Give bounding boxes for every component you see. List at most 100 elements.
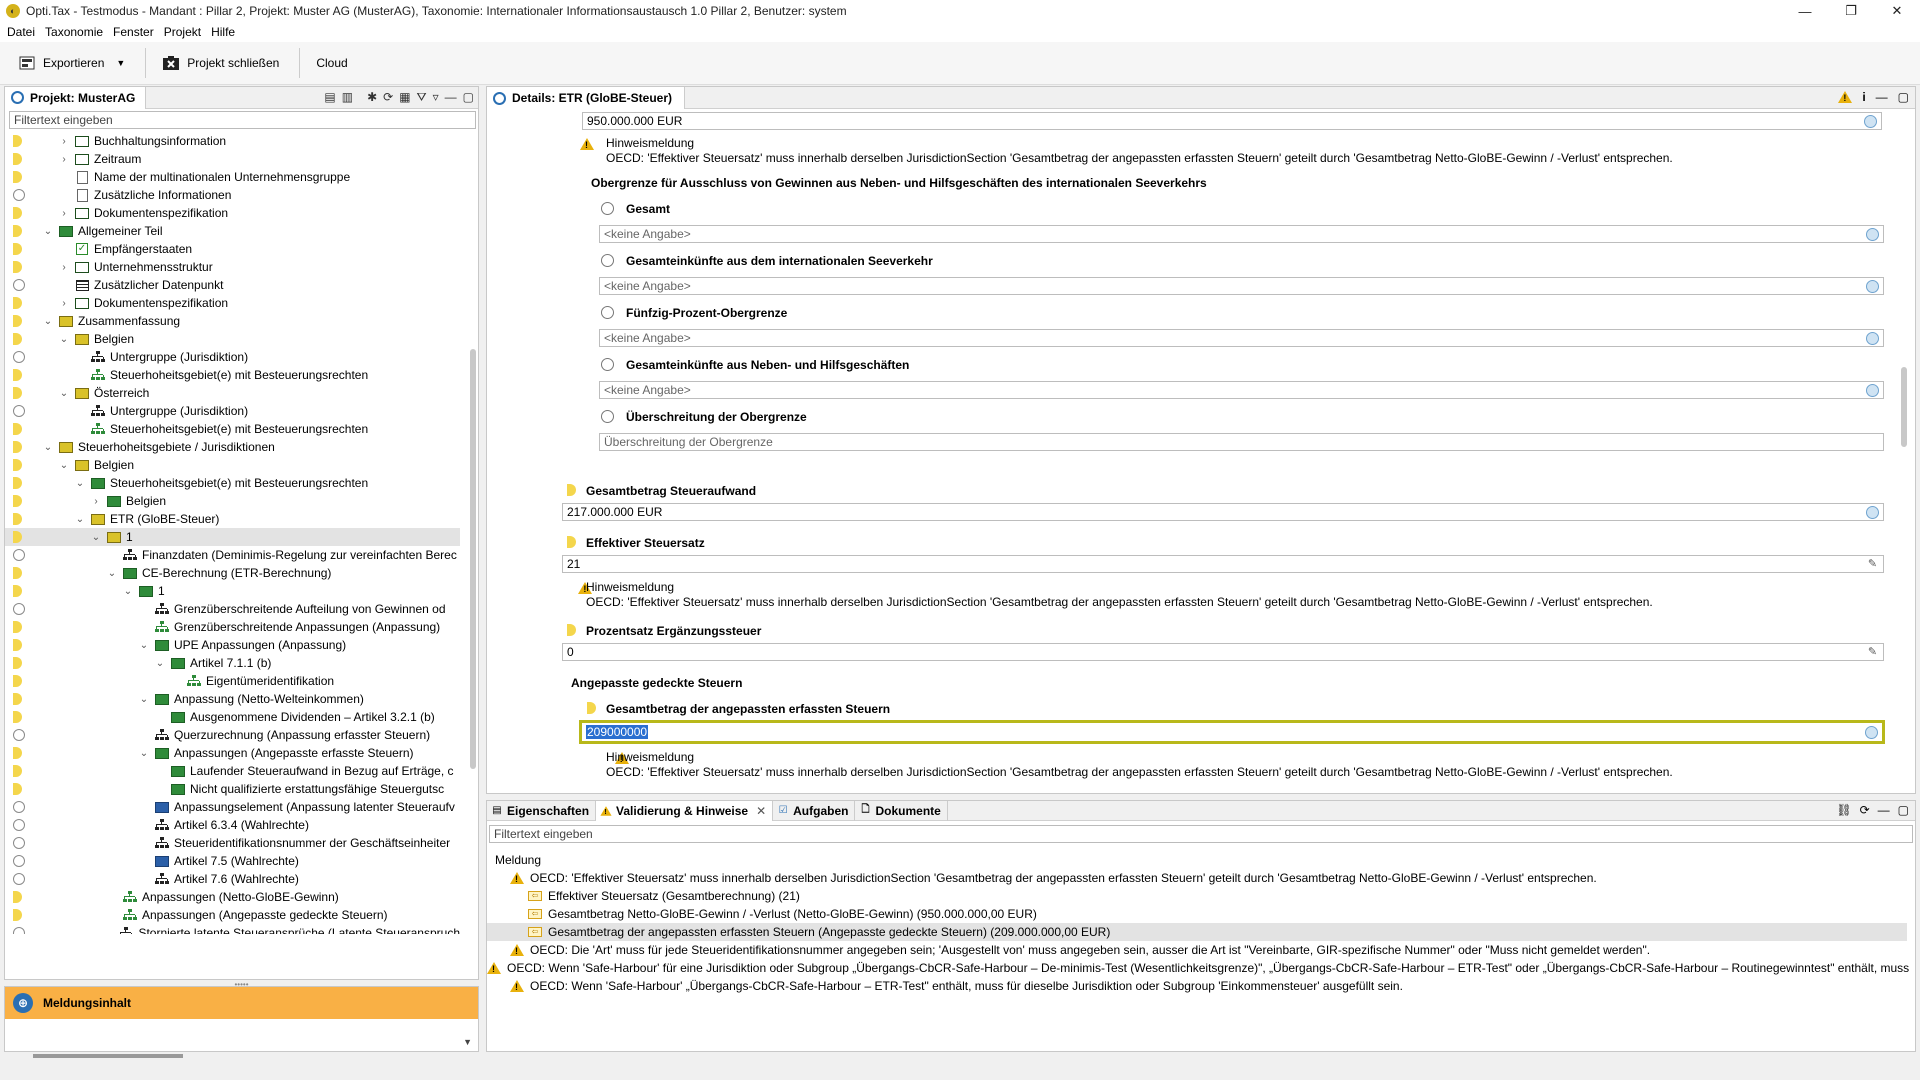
tab-validierung[interactable]: Validierung & Hinweise ✕ [596, 800, 774, 821]
minimize-panel-icon[interactable]: — [1878, 803, 1890, 817]
info-icon[interactable]: i [1862, 90, 1865, 104]
cloud-button[interactable]: Cloud [308, 48, 355, 78]
validation-message[interactable]: ⇦ Gesamtbetrag Netto-GloBE-Gewinn / -Verl… [487, 905, 1907, 923]
tree-item[interactable]: Anpassungen (Netto-GloBE-Gewinn) [5, 888, 460, 906]
details-scrollbar[interactable] [1901, 367, 1907, 447]
tree-vertical-scrollbar[interactable] [470, 349, 476, 769]
warning-icon[interactable] [1838, 91, 1853, 103]
tree-item[interactable]: Anpassungen (Angepasste gedeckte Steuern… [5, 906, 460, 924]
filter-icon[interactable]: ⛛ [417, 90, 427, 105]
validation-message[interactable]: OECD: Wenn 'Safe-Harbour' für eine Juris… [487, 959, 1909, 977]
tree-item[interactable]: ⌄ 1 [5, 528, 460, 546]
maximize-button[interactable]: ❐ [1828, 0, 1874, 22]
tree-item[interactable]: Zusätzlicher Datenpunkt [5, 276, 460, 294]
tree-item[interactable]: Grenzüberschreitende Aufteilung von Gewi… [5, 600, 460, 618]
column-header-meldung[interactable]: Meldung [495, 853, 541, 867]
view-menu-icon[interactable]: ▿ [433, 90, 439, 105]
chevron-down-icon[interactable]: ⌄ [122, 585, 134, 597]
chevron-right-icon[interactable]: › [58, 261, 70, 273]
minimize-button[interactable]: — [1782, 0, 1828, 22]
globe-icon[interactable] [1866, 332, 1879, 345]
globe-icon[interactable] [1866, 506, 1879, 519]
tree-item[interactable]: ⌄ Allgemeiner Teil [5, 222, 460, 240]
tree-item[interactable]: › Zeitraum [5, 150, 460, 168]
export-dropdown-icon[interactable]: ▼ [116, 58, 125, 68]
tree-item[interactable]: ⌄ Anpassungen (Angepasste erfasste Steuer… [5, 744, 460, 762]
tab-aufgaben[interactable]: ☑ Aufgaben [773, 800, 856, 821]
globe-icon[interactable] [1866, 228, 1879, 241]
radio-nebengeschaefte[interactable] [601, 358, 614, 371]
gesamt-field[interactable]: <keine Angabe> [599, 225, 1884, 243]
radio-seeverkehr[interactable] [601, 254, 614, 267]
close-project-button[interactable]: Projekt schließen [154, 48, 287, 78]
chevron-down-icon[interactable]: ⌄ [42, 225, 54, 237]
refresh-icon[interactable]: ⟳ [1860, 803, 1870, 817]
link-icon[interactable]: ⛓ [1836, 803, 1851, 817]
tree-item[interactable]: Steueridentifikationsnummer der Geschäft… [5, 834, 460, 852]
chevron-down-icon[interactable]: ⌄ [42, 315, 54, 327]
tree-item[interactable]: ⌄ Zusammenfassung [5, 312, 460, 330]
tree-item[interactable]: Finanzdaten (Deminimis-Regelung zur vere… [5, 546, 460, 564]
globe-icon[interactable] [1864, 115, 1877, 128]
maximize-panel-icon[interactable]: ▢ [463, 90, 474, 105]
chevron-down-icon[interactable]: ⌄ [74, 513, 86, 525]
edit-icon[interactable]: ✎ [1866, 558, 1879, 571]
chevron-right-icon[interactable]: › [90, 495, 102, 507]
tree-item[interactable]: ⌄ Steuerhoheitsgebiete / Jurisdiktionen [5, 438, 460, 456]
tree-item[interactable]: › Dokumentenspezifikation [5, 294, 460, 312]
tree-item[interactable]: › Unternehmensstruktur [5, 258, 460, 276]
tree-item[interactable]: ⌄ Belgien [5, 330, 460, 348]
chevron-down-icon[interactable]: ⌄ [138, 639, 150, 651]
menu-projekt[interactable]: Projekt [164, 25, 201, 39]
close-tab-icon[interactable]: ✕ [756, 804, 766, 818]
chevron-down-icon[interactable]: ⌄ [154, 657, 166, 669]
tree-item[interactable]: Eigentümeridentifikation [5, 672, 460, 690]
tree-item[interactable]: Artikel 7.6 (Wahlrechte) [5, 870, 460, 888]
tree-item[interactable]: Stornierte latente Steueransprüche (Late… [5, 924, 460, 934]
tree-item[interactable]: › Buchhaltungsinformation [5, 132, 460, 150]
chevron-down-icon[interactable]: ⌄ [138, 693, 150, 705]
seeverkehr-field[interactable]: <keine Angabe> [599, 277, 1884, 295]
star-icon[interactable]: ✱ [367, 90, 377, 105]
collapse-all-icon[interactable]: ▤ [324, 90, 335, 105]
tree-item[interactable]: ⌄ 1 [5, 582, 460, 600]
ueberschreitung-field[interactable]: Überschreitung der Obergrenze [599, 433, 1884, 451]
edit-icon[interactable]: ✎ [1866, 646, 1879, 659]
tree-item[interactable]: Zusätzliche Informationen [5, 186, 460, 204]
export-button[interactable]: Exportieren ▼ [10, 48, 133, 78]
chevron-down-icon[interactable]: ⌄ [42, 441, 54, 453]
tree-item[interactable]: Artikel 7.5 (Wahlrechte) [5, 852, 460, 870]
close-button[interactable]: ✕ [1874, 0, 1920, 22]
validation-message[interactable]: OECD: Die 'Art' muss für jede Steueriden… [487, 941, 1907, 959]
menu-fenster[interactable]: Fenster [113, 25, 154, 39]
tree-item[interactable]: Anpassungselement (Anpassung latenter St… [5, 798, 460, 816]
tree-item[interactable]: ⌄ CE-Berechnung (ETR-Berechnung) [5, 564, 460, 582]
netto-globe-field[interactable]: 950.000.000 EUR [582, 112, 1882, 130]
chevron-right-icon[interactable]: › [58, 153, 70, 165]
chevron-right-icon[interactable]: › [58, 207, 70, 219]
tree-item[interactable]: Steuerhoheitsgebiet(e) mit Besteuerungsr… [5, 366, 460, 384]
refresh-icon[interactable]: ⟳ [383, 90, 393, 105]
chevron-down-icon[interactable]: ⌄ [58, 333, 70, 345]
tree-item[interactable]: Nicht qualifizierte erstattungsfähige St… [5, 780, 460, 798]
validation-message[interactable]: ⇦ Effektiver Steuersatz (Gesamtberechnung… [487, 887, 1907, 905]
tree-item[interactable]: ⌄ Anpassung (Netto-Welteinkommen) [5, 690, 460, 708]
tree-item[interactable]: Artikel 6.3.4 (Wahlrechte) [5, 816, 460, 834]
tree-item[interactable]: ✓ Empfängerstaaten [5, 240, 460, 258]
tree-item[interactable]: Steuerhoheitsgebiet(e) mit Besteuerungsr… [5, 420, 460, 438]
menu-taxonomie[interactable]: Taxonomie [45, 25, 103, 39]
tree-item[interactable]: ⌄ Steuerhoheitsgebiet(e) mit Besteuerungs… [5, 474, 460, 492]
globe-icon[interactable] [1865, 726, 1878, 739]
tree-item[interactable]: ⌄ Artikel 7.1.1 (b) [5, 654, 460, 672]
chevron-down-icon[interactable]: ▼ [463, 1037, 472, 1047]
topup-field[interactable]: 0 ✎ [562, 643, 1884, 661]
expand-all-icon[interactable]: ▥ [342, 90, 353, 105]
tax-expense-field[interactable]: 217.000.000 EUR [562, 503, 1884, 521]
chevron-down-icon[interactable]: ⌄ [58, 387, 70, 399]
menu-datei[interactable]: Datei [7, 25, 35, 39]
minimize-panel-icon[interactable]: — [1876, 90, 1888, 104]
grid-icon[interactable]: ▦ [399, 90, 410, 105]
tree-item[interactable]: Grenzüberschreitende Anpassungen (Anpass… [5, 618, 460, 636]
chevron-down-icon[interactable]: ⌄ [138, 747, 150, 759]
tree-item[interactable]: › Belgien [5, 492, 460, 510]
